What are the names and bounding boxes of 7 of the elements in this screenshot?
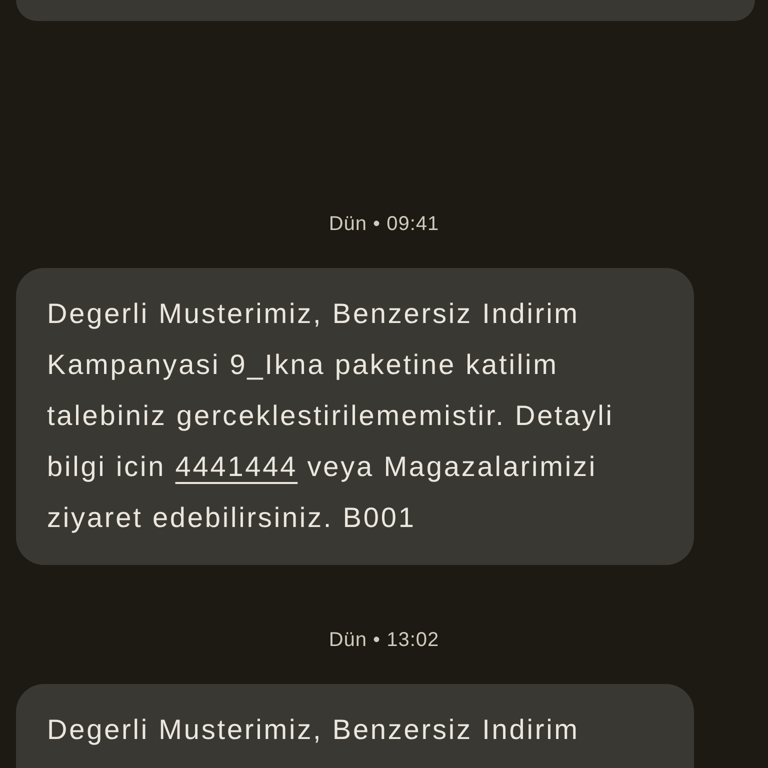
message-bubble[interactable]: Degerli Musterimiz, Benzersiz Indirim Kampanyasi 9_Ikna paketine katilim talebiniz gerceklestirilememistir. Detayli bilgi icin 4441444 veya Magazalarimizi ziyaret edebilirsiniz. B001 <box>16 268 694 565</box>
message-bubble[interactable]: Degerli Musterimiz, Benzersiz Indirim <box>16 684 694 768</box>
message-text: Degerli Musterimiz, Benzersiz Indirim <box>47 713 580 747</box>
message-text: Degerli Musterimiz, Benzersiz Indirim Kampanyasi 9_Ikna paketine katilim talebiniz gerceklestirilememistir. Detayli bilgi icin 4441444 veya Magazalarimizi ziyaret edebilirsiniz. B001 <box>47 297 615 535</box>
phone-link[interactable]: 4441444 <box>175 451 298 482</box>
message-timestamp: Dün • 09:41 <box>328 213 440 236</box>
message-timestamp: Dün • 13:02 <box>328 629 440 652</box>
